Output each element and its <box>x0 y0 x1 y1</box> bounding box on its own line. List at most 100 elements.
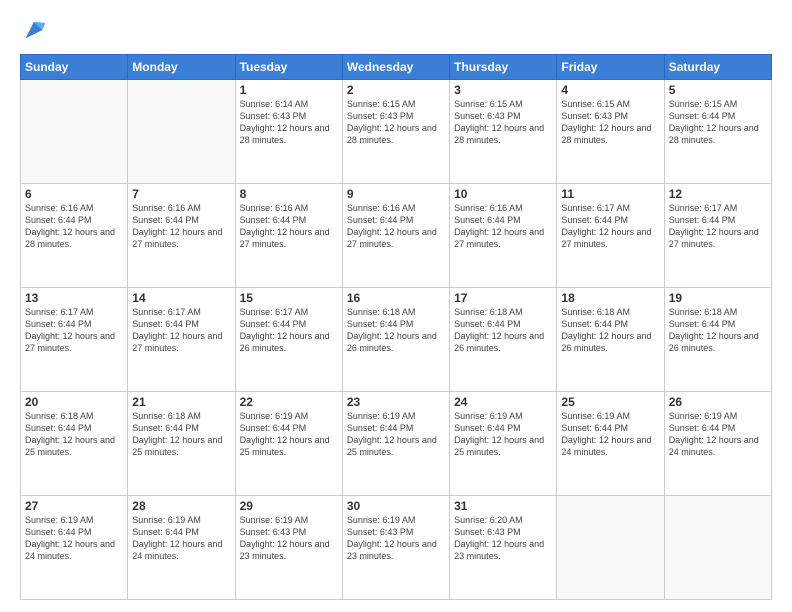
calendar-cell: 29Sunrise: 6:19 AM Sunset: 6:43 PM Dayli… <box>235 496 342 600</box>
day-number: 18 <box>561 291 659 305</box>
day-info: Sunrise: 6:20 AM Sunset: 6:43 PM Dayligh… <box>454 514 552 563</box>
calendar-cell: 12Sunrise: 6:17 AM Sunset: 6:44 PM Dayli… <box>664 184 771 288</box>
calendar-cell <box>21 80 128 184</box>
day-info: Sunrise: 6:18 AM Sunset: 6:44 PM Dayligh… <box>561 306 659 355</box>
calendar-cell: 26Sunrise: 6:19 AM Sunset: 6:44 PM Dayli… <box>664 392 771 496</box>
day-number: 1 <box>240 83 338 97</box>
day-number: 15 <box>240 291 338 305</box>
day-info: Sunrise: 6:15 AM Sunset: 6:43 PM Dayligh… <box>454 98 552 147</box>
day-info: Sunrise: 6:19 AM Sunset: 6:43 PM Dayligh… <box>347 514 445 563</box>
calendar-week-4: 20 Sunrise: 6:18 AM Sunset: 6:44 PM Dayli… <box>21 392 772 496</box>
day-info: Sunrise: 6:15 AM Sunset: 6:43 PM Dayligh… <box>347 98 445 147</box>
day-number: 6 <box>25 187 123 201</box>
calendar-header-saturday: Saturday <box>664 55 771 80</box>
day-number: 12 <box>669 187 767 201</box>
calendar-cell: 24Sunrise: 6:19 AM Sunset: 6:44 PM Dayli… <box>450 392 557 496</box>
calendar-cell: 30Sunrise: 6:19 AM Sunset: 6:43 PM Dayli… <box>342 496 449 600</box>
calendar-header-sunday: Sunday <box>21 55 128 80</box>
calendar-cell: 18Sunrise: 6:18 AM Sunset: 6:44 PM Dayli… <box>557 288 664 392</box>
day-number: 4 <box>561 83 659 97</box>
calendar-cell: 13Sunrise: 6:17 AM Sunset: 6:44 PM Dayli… <box>21 288 128 392</box>
calendar-cell: 27Sunrise: 6:19 AM Sunset: 6:44 PM Dayli… <box>21 496 128 600</box>
calendar-cell: 14Sunrise: 6:17 AM Sunset: 6:44 PM Dayli… <box>128 288 235 392</box>
calendar-cell: 2Sunrise: 6:15 AM Sunset: 6:43 PM Daylig… <box>342 80 449 184</box>
day-info: Sunrise: 6:19 AM Sunset: 6:44 PM Dayligh… <box>240 410 338 459</box>
calendar-header-wednesday: Wednesday <box>342 55 449 80</box>
calendar-cell: 22Sunrise: 6:19 AM Sunset: 6:44 PM Dayli… <box>235 392 342 496</box>
calendar-cell: 25Sunrise: 6:19 AM Sunset: 6:44 PM Dayli… <box>557 392 664 496</box>
page: SundayMondayTuesdayWednesdayThursdayFrid… <box>0 0 792 612</box>
day-info: Sunrise: 6:18 AM Sunset: 6:44 PM Dayligh… <box>669 306 767 355</box>
day-number: 3 <box>454 83 552 97</box>
day-number: 11 <box>561 187 659 201</box>
calendar-cell: 20Sunrise: 6:18 AM Sunset: 6:44 PM Dayli… <box>21 392 128 496</box>
day-number: 5 <box>669 83 767 97</box>
calendar-cell: 11Sunrise: 6:17 AM Sunset: 6:44 PM Dayli… <box>557 184 664 288</box>
day-info: Sunrise: 6:16 AM Sunset: 6:44 PM Dayligh… <box>240 202 338 251</box>
day-number: 22 <box>240 395 338 409</box>
calendar-cell: 16Sunrise: 6:18 AM Sunset: 6:44 PM Dayli… <box>342 288 449 392</box>
calendar-cell: 7Sunrise: 6:16 AM Sunset: 6:44 PM Daylig… <box>128 184 235 288</box>
day-number: 13 <box>25 291 123 305</box>
day-info: Sunrise: 6:15 AM Sunset: 6:43 PM Dayligh… <box>561 98 659 147</box>
calendar-week-3: 13Sunrise: 6:17 AM Sunset: 6:44 PM Dayli… <box>21 288 772 392</box>
calendar-header-friday: Friday <box>557 55 664 80</box>
day-info: Sunrise: 6:17 AM Sunset: 6:44 PM Dayligh… <box>561 202 659 251</box>
day-info: Sunrise: 6:19 AM Sunset: 6:43 PM Dayligh… <box>240 514 338 563</box>
calendar-week-1: 1Sunrise: 6:14 AM Sunset: 6:43 PM Daylig… <box>21 80 772 184</box>
calendar-cell: 3Sunrise: 6:15 AM Sunset: 6:43 PM Daylig… <box>450 80 557 184</box>
day-info: Sunrise: 6:16 AM Sunset: 6:44 PM Dayligh… <box>132 202 230 251</box>
day-info: Sunrise: 6:14 AM Sunset: 6:43 PM Dayligh… <box>240 98 338 147</box>
day-number: 8 <box>240 187 338 201</box>
day-number: 27 <box>25 499 123 513</box>
day-info: Sunrise: 6:19 AM Sunset: 6:44 PM Dayligh… <box>454 410 552 459</box>
calendar-cell: 23Sunrise: 6:19 AM Sunset: 6:44 PM Dayli… <box>342 392 449 496</box>
day-info: Sunrise: 6:18 AM Sunset: 6:44 PM Dayligh… <box>132 410 230 459</box>
day-number: 19 <box>669 291 767 305</box>
calendar-cell: 19Sunrise: 6:18 AM Sunset: 6:44 PM Dayli… <box>664 288 771 392</box>
day-info: Sunrise: 6:17 AM Sunset: 6:44 PM Dayligh… <box>132 306 230 355</box>
day-number: 28 <box>132 499 230 513</box>
day-info: Sunrise: 6:17 AM Sunset: 6:44 PM Dayligh… <box>669 202 767 251</box>
day-info: Sunrise: 6:17 AM Sunset: 6:44 PM Dayligh… <box>25 306 123 355</box>
day-number: 20 <box>25 395 123 409</box>
day-info: Sunrise: 6:19 AM Sunset: 6:44 PM Dayligh… <box>561 410 659 459</box>
calendar-week-2: 6 Sunrise: 6:16 AM Sunset: 6:44 PM Daylig… <box>21 184 772 288</box>
day-info: Sunrise: 6:19 AM Sunset: 6:44 PM Dayligh… <box>25 514 123 563</box>
day-info: Sunrise: 6:16 AM Sunset: 6:44 PM Dayligh… <box>347 202 445 251</box>
day-info: Sunrise: 6:17 AM Sunset: 6:44 PM Dayligh… <box>240 306 338 355</box>
day-info: Sunrise: 6:16 AM Sunset: 6:44 PM Dayligh… <box>454 202 552 251</box>
calendar-cell: 31Sunrise: 6:20 AM Sunset: 6:43 PM Dayli… <box>450 496 557 600</box>
day-number: 7 <box>132 187 230 201</box>
calendar-cell: 15Sunrise: 6:17 AM Sunset: 6:44 PM Dayli… <box>235 288 342 392</box>
day-info: Sunrise: 6:15 AM Sunset: 6:44 PM Dayligh… <box>669 98 767 147</box>
calendar-cell: 1Sunrise: 6:14 AM Sunset: 6:43 PM Daylig… <box>235 80 342 184</box>
day-number: 24 <box>454 395 552 409</box>
logo <box>20 16 52 44</box>
calendar-cell <box>128 80 235 184</box>
day-number: 23 <box>347 395 445 409</box>
day-number: 21 <box>132 395 230 409</box>
calendar-cell: 10Sunrise: 6:16 AM Sunset: 6:44 PM Dayli… <box>450 184 557 288</box>
calendar-header-row: SundayMondayTuesdayWednesdayThursdayFrid… <box>21 55 772 80</box>
day-number: 14 <box>132 291 230 305</box>
header <box>20 16 772 44</box>
calendar-header-monday: Monday <box>128 55 235 80</box>
calendar-header-thursday: Thursday <box>450 55 557 80</box>
day-number: 29 <box>240 499 338 513</box>
calendar-table: SundayMondayTuesdayWednesdayThursdayFrid… <box>20 54 772 600</box>
calendar-cell: 21Sunrise: 6:18 AM Sunset: 6:44 PM Dayli… <box>128 392 235 496</box>
day-number: 16 <box>347 291 445 305</box>
day-number: 30 <box>347 499 445 513</box>
day-info: Sunrise: 6:19 AM Sunset: 6:44 PM Dayligh… <box>669 410 767 459</box>
day-info: Sunrise: 6:19 AM Sunset: 6:44 PM Dayligh… <box>347 410 445 459</box>
calendar-cell: 4Sunrise: 6:15 AM Sunset: 6:43 PM Daylig… <box>557 80 664 184</box>
day-number: 26 <box>669 395 767 409</box>
calendar-cell: 28Sunrise: 6:19 AM Sunset: 6:44 PM Dayli… <box>128 496 235 600</box>
day-info: Sunrise: 6:19 AM Sunset: 6:44 PM Dayligh… <box>132 514 230 563</box>
day-number: 9 <box>347 187 445 201</box>
calendar-cell <box>557 496 664 600</box>
calendar-week-5: 27Sunrise: 6:19 AM Sunset: 6:44 PM Dayli… <box>21 496 772 600</box>
day-number: 2 <box>347 83 445 97</box>
calendar-cell: 17Sunrise: 6:18 AM Sunset: 6:44 PM Dayli… <box>450 288 557 392</box>
